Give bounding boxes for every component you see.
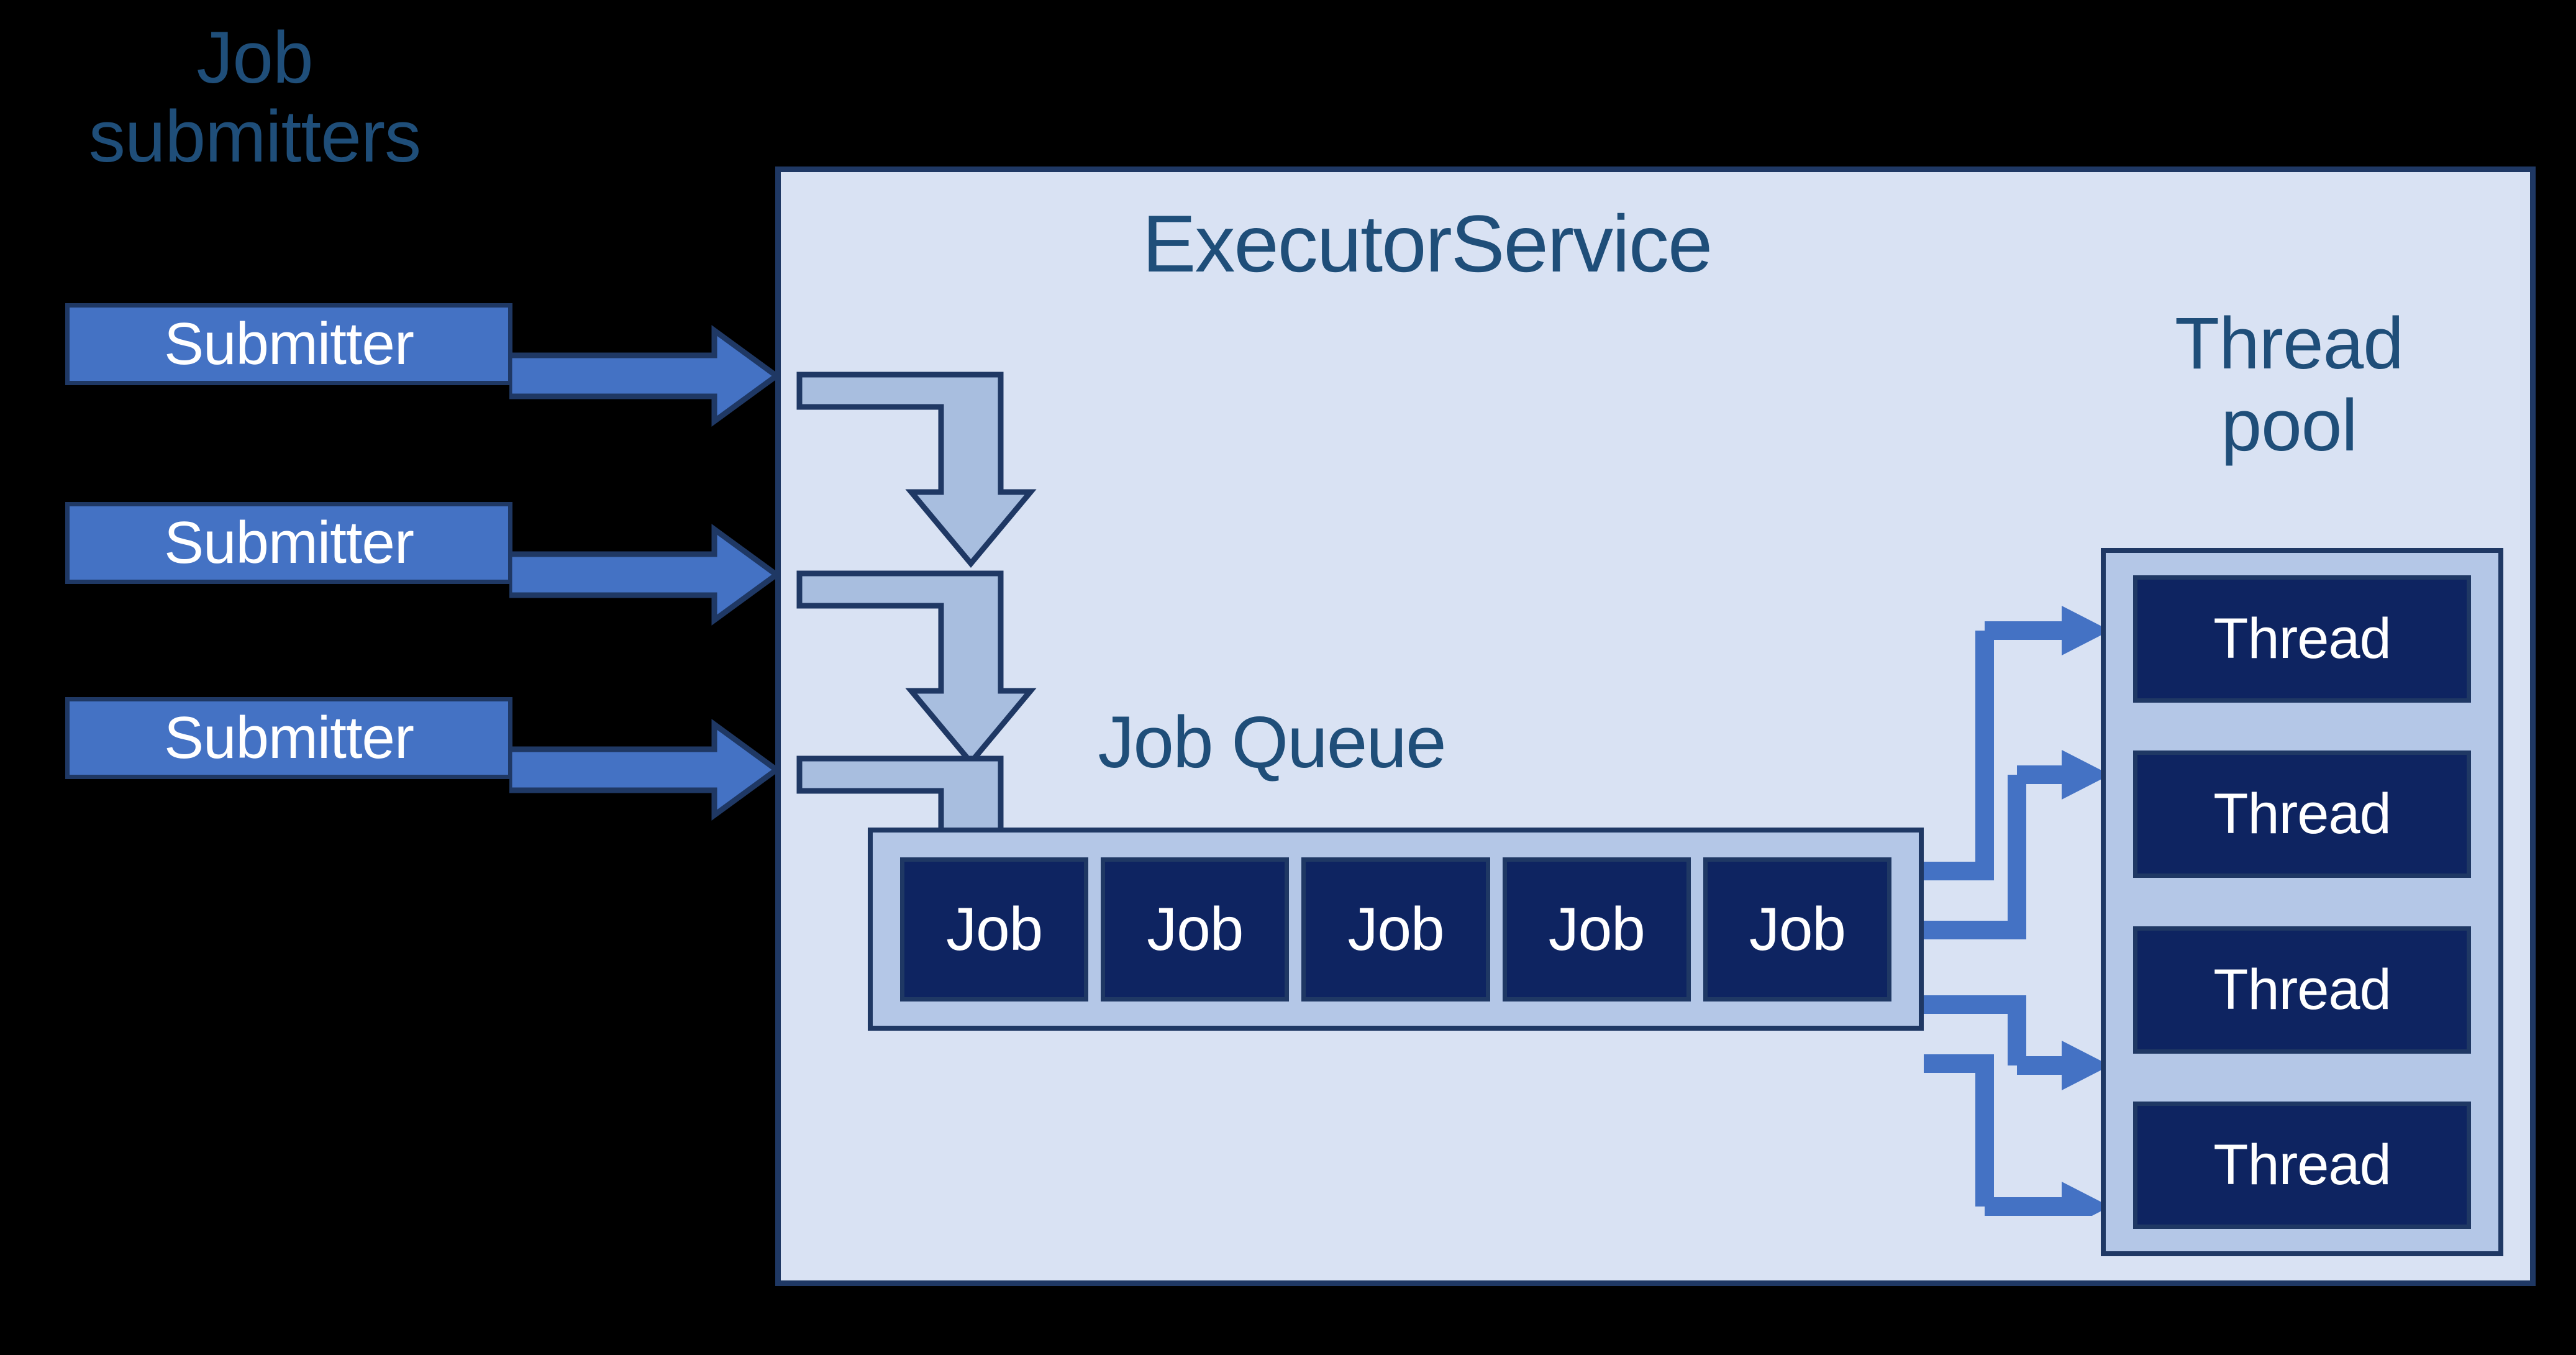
feeder-elbow-arrow-2 [796,570,1044,769]
submitter-box-1[interactable]: Submitter [65,303,512,385]
job-submitters-label: Job submitters [88,17,421,178]
thread-label: Thread [2213,1133,2391,1197]
submit-arrow-1 [509,323,783,429]
job-label: Job [1147,895,1244,963]
job-box[interactable]: Job [900,857,1089,1001]
thread-box[interactable]: Thread [2133,575,2471,703]
job-label: Job [1749,895,1846,963]
submitter-box-2[interactable]: Submitter [65,502,512,584]
job-box[interactable]: Job [1502,857,1691,1001]
thread-box[interactable]: Thread [2133,926,2471,1054]
submitter-label-2: Submitter [164,509,414,576]
dispatch-connectors [1924,606,2110,1216]
submit-arrow-2 [509,522,783,627]
job-box[interactable]: Job [1301,857,1490,1001]
job-queue-label: Job Queue [1098,701,1446,783]
thread-box[interactable]: Thread [2133,1101,2471,1229]
job-label: Job [946,895,1043,963]
executor-service-title: ExecutorService [1142,198,1713,289]
submitter-label-3: Submitter [164,705,414,771]
thread-label: Thread [2213,957,2391,1021]
job-label: Job [1548,895,1645,963]
thread-box[interactable]: Thread [2133,750,2471,878]
job-box[interactable]: Job [1101,857,1290,1001]
thread-label: Thread [2213,782,2391,846]
job-box[interactable]: Job [1703,857,1892,1001]
job-label: Job [1347,895,1445,963]
diagram-canvas: Job submitters Submitter Submitter Submi… [0,0,2576,1355]
feeder-elbow-arrow-1 [796,371,1044,570]
thread-pool-container: Thread Thread Thread Thread [2101,548,2503,1256]
thread-label: Thread [2213,607,2391,670]
submitter-label-1: Submitter [164,311,414,377]
thread-pool-label: Thread pool [2175,303,2404,467]
job-queue-container: Job Job Job Job Job [868,828,1924,1031]
submit-arrow-3 [509,717,783,823]
executor-service-panel: ExecutorService Thread pool Job Queue Jo… [775,167,2536,1286]
submitter-box-3[interactable]: Submitter [65,697,512,779]
